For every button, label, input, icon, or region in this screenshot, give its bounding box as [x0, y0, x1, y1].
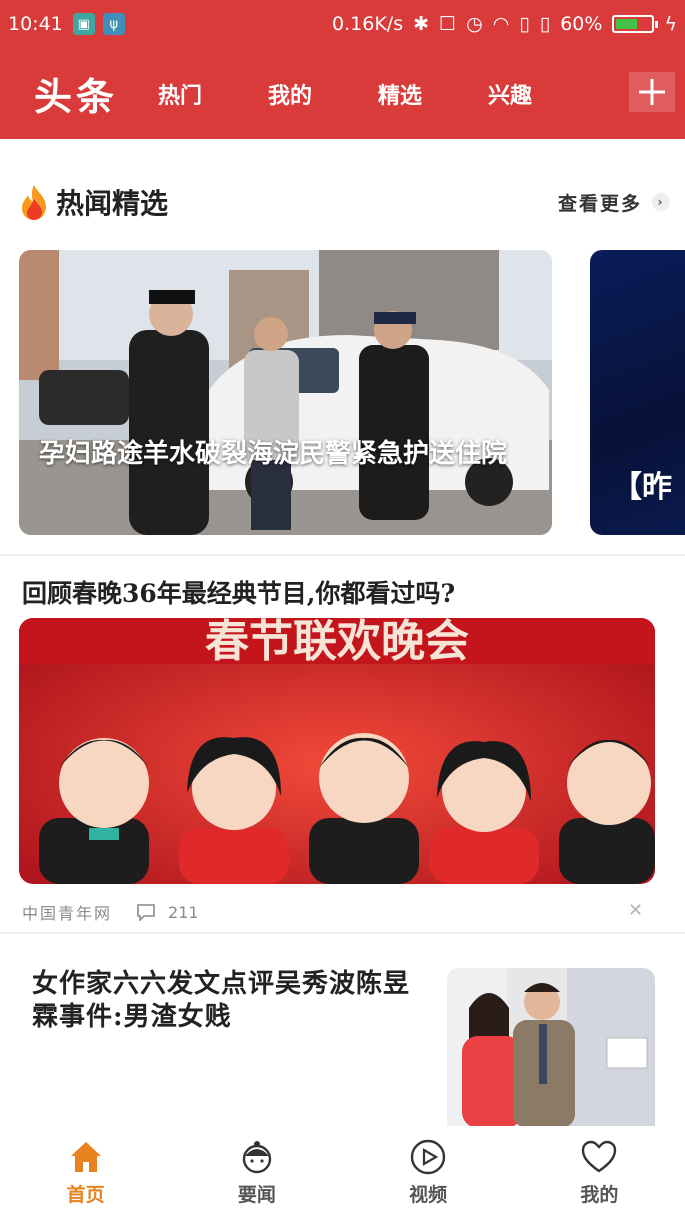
net-speed: 0.16K/s: [332, 13, 404, 35]
article-meta: 中国青年网 211: [22, 900, 199, 924]
face-icon: [242, 1140, 272, 1173]
nav-headlines[interactable]: 要闻: [171, 1126, 342, 1218]
article-photo: [447, 968, 655, 1128]
section-title: 热闻精选: [56, 187, 169, 220]
nav-profile-label: 我的: [580, 1183, 619, 1206]
comment-count: 211: [168, 902, 199, 922]
next-card[interactable]: 【昨: [590, 250, 685, 535]
gala-cartoon-image: 春节联欢晚会: [19, 618, 655, 884]
featured-card[interactable]: 孕妇路途羊水破裂海淀民警紧急护送住院: [19, 250, 552, 535]
next-card-caption: 【昨: [612, 470, 672, 505]
sim2-icon: ▯: [539, 13, 551, 35]
nav-video[interactable]: 视频: [343, 1126, 514, 1218]
play-icon: [410, 1139, 446, 1174]
chevron-right-icon: ›: [652, 193, 670, 211]
see-more-label: 查看更多: [557, 192, 642, 215]
nav-headlines-label: 要闻: [237, 1183, 276, 1206]
home-icon: [70, 1141, 101, 1172]
app-header: 头条 热门 我的 精选 兴趣: [0, 48, 685, 139]
vibrate-icon: ☐: [439, 13, 457, 35]
heart-icon: [582, 1140, 617, 1172]
divider: [0, 554, 685, 556]
gala-banner-text: 春节联欢晚会: [205, 618, 469, 667]
tab-interest[interactable]: 兴趣: [488, 78, 598, 110]
nav-home-label: 首页: [66, 1183, 105, 1206]
article-image[interactable]: 春节联欢晚会: [19, 618, 655, 884]
nav-home[interactable]: 首页: [0, 1126, 171, 1218]
dismiss-icon[interactable]: ✕: [628, 900, 643, 921]
charging-icon: ϟ: [664, 13, 677, 35]
nav-video-label: 视频: [409, 1183, 448, 1206]
tab-featured[interactable]: 精选: [378, 78, 488, 110]
tab-mine[interactable]: 我的: [268, 78, 378, 110]
clock: 10:41: [8, 13, 63, 35]
article-thumbnail[interactable]: [447, 968, 655, 1128]
sim-icon: ▯: [519, 13, 530, 35]
status-right: 0.16K/s ✱ ☐ ◷ ◠ ▯ ▯ 60% ϟ: [332, 13, 677, 35]
hot-news-section-header: 热闻精选 查看更多 ›: [18, 180, 670, 224]
usb-icon: ψ: [102, 13, 125, 35]
screenshot-icon: ▣: [72, 13, 95, 35]
top-nav: 热门 我的 精选 兴趣: [158, 78, 598, 110]
divider: [0, 932, 685, 934]
plus-icon: [639, 79, 665, 105]
alarm-icon: ◷: [466, 13, 483, 35]
news-photo: [19, 250, 552, 535]
battery-percent: 60%: [560, 13, 603, 35]
wifi-icon: ◠: [492, 13, 510, 35]
see-more-link[interactable]: 查看更多 ›: [558, 189, 670, 216]
bottom-nav: 首页 要闻 视频 我的: [0, 1126, 685, 1218]
article-title[interactable]: 回顾春晚36年最经典节目,你都看过吗?: [22, 574, 455, 610]
bluetooth-icon: ✱: [413, 13, 430, 35]
status-bar: 10:41 ▣ ψ 0.16K/s ✱ ☐ ◷ ◠ ▯ ▯ 60% ϟ: [0, 0, 685, 48]
tab-hot[interactable]: 热门: [158, 78, 268, 110]
comment-icon: [137, 904, 155, 921]
add-channel-button[interactable]: [629, 72, 675, 112]
app-logo: 头条: [34, 74, 119, 119]
battery-icon: [612, 15, 659, 33]
nav-profile[interactable]: 我的: [514, 1126, 685, 1218]
article-source: 中国青年网: [22, 904, 113, 923]
flame-icon: [22, 185, 46, 220]
featured-carousel[interactable]: 孕妇路途羊水破裂海淀民警紧急护送住院 【昨: [19, 250, 685, 536]
article-title[interactable]: 女作家六六发文点评吴秀波陈昱霖事件:男渣女贱: [32, 968, 424, 1034]
featured-caption: 孕妇路途羊水破裂海淀民警紧急护送住院: [39, 439, 508, 469]
